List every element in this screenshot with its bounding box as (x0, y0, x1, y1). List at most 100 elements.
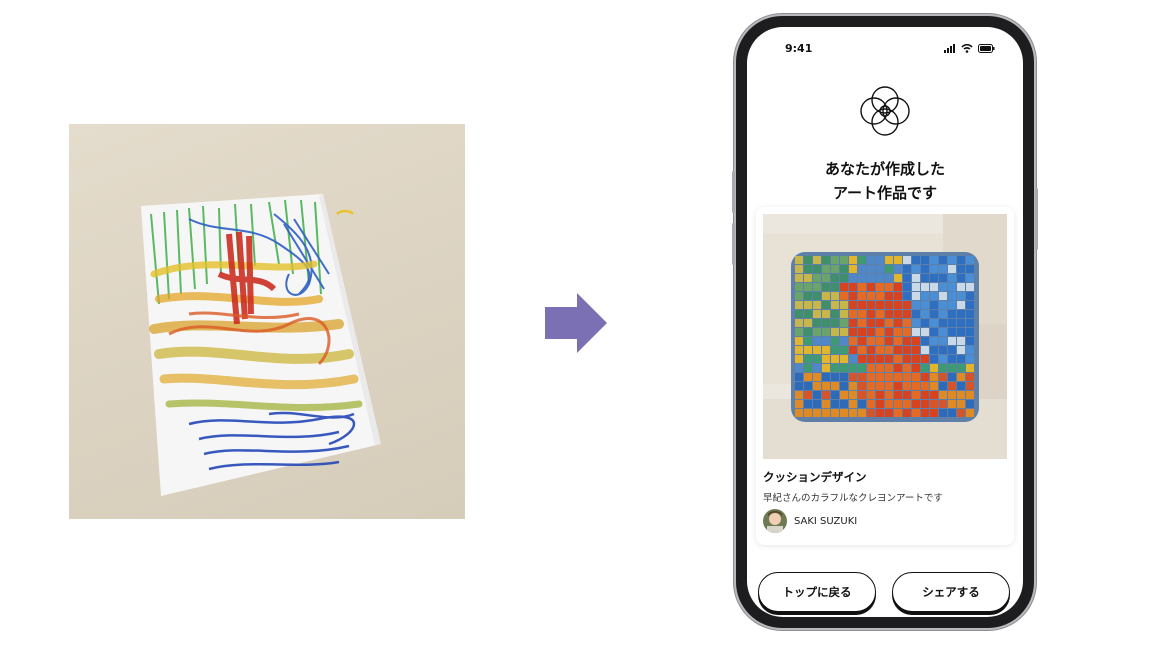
cushion-mosaic-tile (822, 346, 830, 354)
cushion-mosaic-tile (831, 319, 839, 327)
cushion-mosaic-tile (930, 319, 938, 327)
cushion-mosaic-tile (858, 355, 866, 363)
cushion-mosaic-tile (858, 391, 866, 399)
cushion-mosaic-tile (867, 391, 875, 399)
cushion-mosaic-tile (885, 274, 893, 282)
cushion-mosaic-tile (849, 391, 857, 399)
cushion-mosaic-tile (894, 319, 902, 327)
cushion-mosaic-tile (903, 409, 911, 417)
cushion-mosaic-tile (939, 328, 947, 336)
cushion-mosaic-tile (948, 256, 956, 264)
cushion-mosaic-tile (894, 310, 902, 318)
cushion-mosaic-tile (939, 373, 947, 381)
cushion-mosaic-tile (948, 301, 956, 309)
cushion-mosaic-tile (867, 301, 875, 309)
cushion-mosaic-tile (867, 337, 875, 345)
cushion-mosaic-tile (957, 382, 965, 390)
cushion-mosaic-tile (966, 382, 974, 390)
status-time: 9:41 (785, 42, 813, 55)
cushion-mosaic-tile (849, 373, 857, 381)
cushion-mosaic-tile (813, 265, 821, 273)
cushion-mosaic-tile (840, 409, 848, 417)
cushion-mosaic-tile (804, 283, 812, 291)
cushion-mosaic-tile (948, 409, 956, 417)
cushion-mosaic-tile (885, 256, 893, 264)
cushion-mosaic-tile (885, 391, 893, 399)
cushion-mosaic-tile (939, 310, 947, 318)
cushion-mosaic-tile (822, 355, 830, 363)
cushion-mosaic-tile (948, 346, 956, 354)
cushion-mosaic-tile (840, 364, 848, 372)
cushion-mosaic-tile (804, 355, 812, 363)
cushion-mosaic-tile (840, 400, 848, 408)
cushion-mosaic-tile (795, 400, 803, 408)
cushion-mosaic-tile (885, 337, 893, 345)
cushion-mosaic-tile (885, 319, 893, 327)
cushion-mosaic-tile (849, 301, 857, 309)
volume-up-button (732, 171, 735, 213)
cushion-mosaic-tile (948, 382, 956, 390)
cushion-mosaic-tile (885, 364, 893, 372)
cushion-mosaic-tile (831, 265, 839, 273)
cushion-mosaic-tile (912, 310, 920, 318)
artwork-card[interactable]: クッションデザイン 早紀さんのカラフルなクレヨンアートです SAKI SUZUK… (756, 207, 1014, 545)
cushion-mosaic-tile (795, 391, 803, 399)
cushion-mosaic-tile (903, 364, 911, 372)
cushion-mosaic-tile (912, 319, 920, 327)
cushion-mosaic-tile (822, 319, 830, 327)
cushion-mosaic-tile (912, 256, 920, 264)
cushion-mosaic-tile (858, 319, 866, 327)
cushion-mosaic-tile (957, 319, 965, 327)
cushion-mosaic-tile (930, 310, 938, 318)
cushion-mosaic-tile (804, 409, 812, 417)
cushion-mosaic-tile (921, 301, 929, 309)
cushion-mosaic-tile (849, 355, 857, 363)
cushion-mosaic-tile (930, 400, 938, 408)
cushion-mosaic-tile (885, 265, 893, 273)
cushion-mosaic-tile (867, 319, 875, 327)
cushion-mosaic-tile (894, 301, 902, 309)
cushion-mosaic-tile (903, 391, 911, 399)
signal-icon (944, 44, 955, 53)
author-name: SAKI SUZUKI (794, 515, 858, 527)
cushion-mosaic-tile (894, 355, 902, 363)
cushion-mosaic-tile (831, 355, 839, 363)
cushion-mosaic-tile (840, 373, 848, 381)
cushion-mosaic-tile (894, 292, 902, 300)
cushion-mosaic-tile (822, 364, 830, 372)
cushion-mosaic-tile (822, 274, 830, 282)
cushion-mosaic-tile (921, 346, 929, 354)
cushion-mosaic-tile (822, 328, 830, 336)
cushion-mosaic-tile (831, 337, 839, 345)
back-to-top-button[interactable]: トップに戻る (758, 572, 876, 612)
cushion-mosaic-tile (876, 373, 884, 381)
cushion-mosaic-tile (867, 265, 875, 273)
cushion-mosaic-tile (831, 310, 839, 318)
cushion-mosaic-tile (831, 256, 839, 264)
cushion-mosaic-tile (903, 319, 911, 327)
cushion-mosaic-tile (804, 346, 812, 354)
cushion-mosaic-tile (894, 274, 902, 282)
cushion-mosaic-tile (876, 355, 884, 363)
cushion-mosaic-tile (930, 346, 938, 354)
cushion-mosaic-tile (813, 391, 821, 399)
cushion-mosaic-tile (957, 391, 965, 399)
cushion-mosaic-tile (912, 283, 920, 291)
cushion-mosaic-tile (876, 382, 884, 390)
cushion-mosaic-tile (939, 265, 947, 273)
cushion-mosaic-tile (966, 400, 974, 408)
cushion-mosaic-tile (912, 274, 920, 282)
cushion-mosaic-tile (858, 310, 866, 318)
cushion-mosaic-tile (813, 301, 821, 309)
cushion-mosaic-tile (849, 337, 857, 345)
share-button[interactable]: シェアする (892, 572, 1010, 612)
cushion-mosaic-tile (858, 382, 866, 390)
headline-line-2: アート作品です (832, 184, 938, 202)
cushion-mosaic-tile (948, 337, 956, 345)
cushion-mosaic-tile (903, 328, 911, 336)
cushion-mosaic-tile (912, 400, 920, 408)
cushion-mosaic-tile (867, 373, 875, 381)
cushion-mosaic-tile (876, 319, 884, 327)
cushion-mosaic-tile (804, 391, 812, 399)
cushion-mosaic-tile (858, 301, 866, 309)
